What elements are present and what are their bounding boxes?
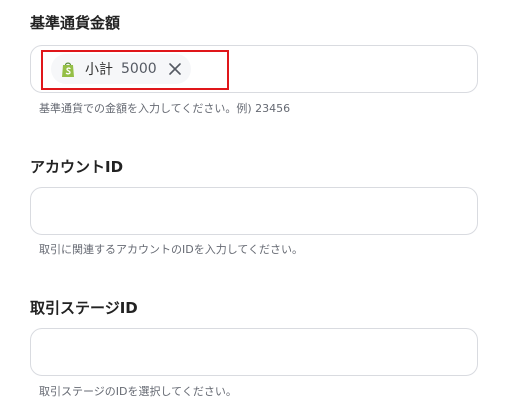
field-label: 取引ステージID (30, 299, 138, 317)
field-label: 基準通貨金額 (30, 14, 121, 32)
base-currency-amount-input[interactable]: 小計 5000 (30, 45, 478, 93)
field-label: アカウントID (30, 158, 124, 176)
variable-chip[interactable]: 小計 5000 (51, 54, 191, 84)
chip-label: 小計 (85, 62, 113, 78)
close-icon[interactable] (167, 61, 183, 77)
account-id-input[interactable] (30, 187, 478, 235)
shopify-bag-icon (61, 61, 75, 78)
deal-stage-id-input[interactable] (30, 328, 478, 376)
field-help-text: 取引に関連するアカウントのIDを入力してください。 (39, 243, 304, 256)
field-help-text: 取引ステージのIDを選択してください。 (39, 385, 237, 398)
chip-value: 5000 (121, 61, 157, 77)
field-help-text: 基準通貨での金額を入力してください。例) 23456 (39, 102, 291, 115)
